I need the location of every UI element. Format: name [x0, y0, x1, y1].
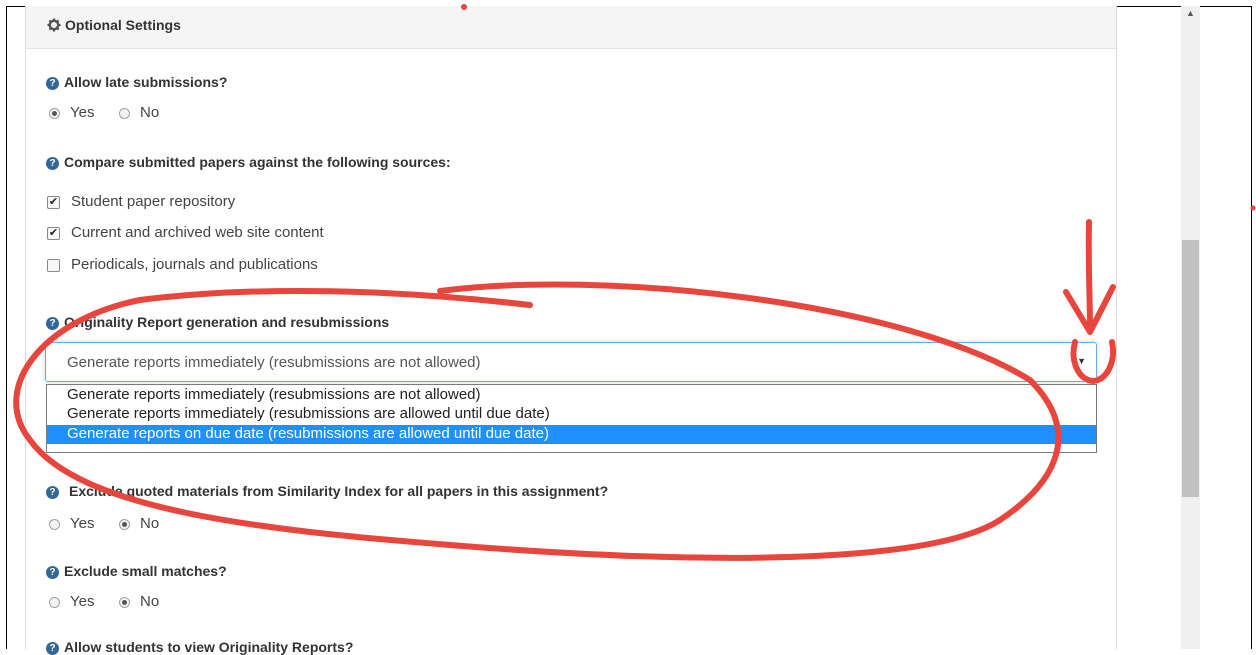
red-annotation-overlay: [13, 4, 1256, 561]
annotation-dot: [1250, 205, 1256, 211]
annotation-dot: [461, 4, 467, 10]
annotation-arrow-shaft: [1085, 219, 1093, 333]
annotation-small-circle: [1070, 339, 1116, 384]
annotation-circle: [13, 281, 1062, 561]
